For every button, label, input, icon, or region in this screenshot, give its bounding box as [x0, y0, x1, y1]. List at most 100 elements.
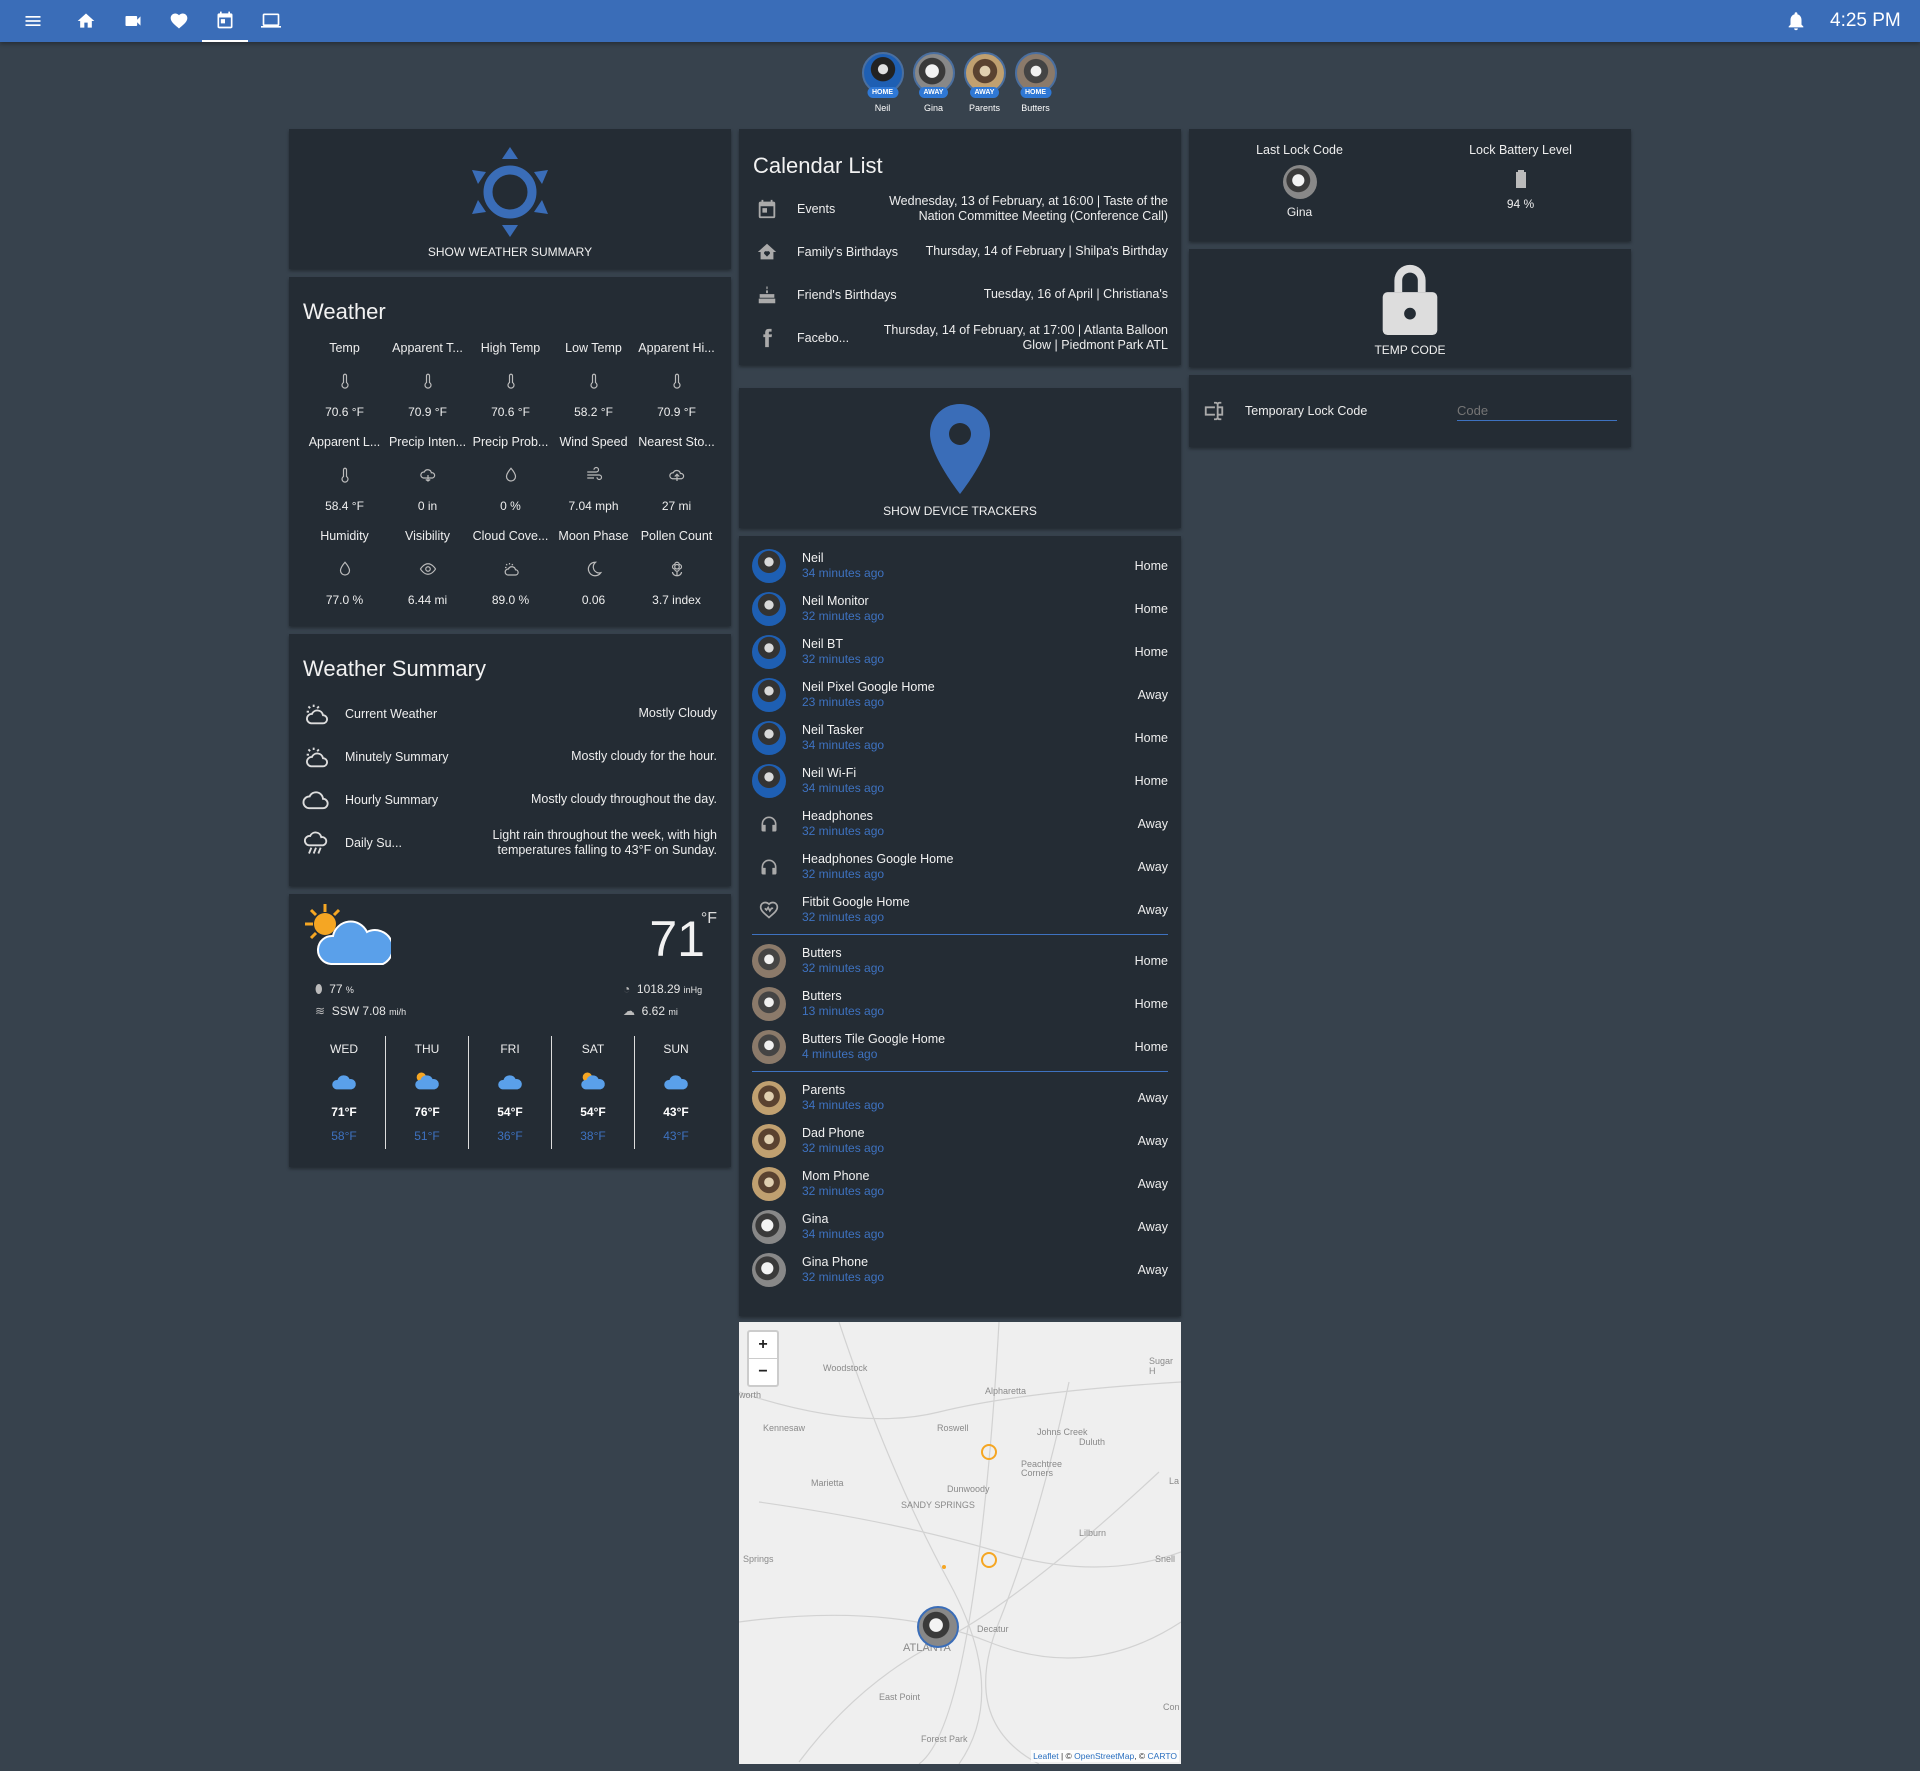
- card-title: Weather: [303, 299, 386, 324]
- person-badge-neil[interactable]: HOME Neil: [860, 52, 905, 113]
- map-marker-gina[interactable]: [917, 1606, 959, 1648]
- tracker-row[interactable]: Neil Monitor 32 minutes ago Home: [739, 587, 1181, 630]
- tracker-last-changed: 34 minutes ago: [802, 781, 885, 795]
- lock-battery-value: 94 %: [1506, 197, 1535, 211]
- facebook-icon: [749, 327, 785, 349]
- weather-attribute[interactable]: Pollen Count 3.7 index: [635, 521, 718, 615]
- weather-glance: Temp 70.6 °F Apparent T... 70.9 °F High Temp…: [303, 333, 731, 615]
- tracker-row[interactable]: Headphones Google Home 32 minutes ago Away: [739, 845, 1181, 888]
- calendar-icon: [749, 198, 785, 220]
- fog-icon: ☁: [623, 1004, 635, 1018]
- tracker-name: Neil BT: [802, 637, 843, 651]
- weather-summary-row[interactable]: Daily Su... Light rain throughout the wee…: [295, 821, 717, 864]
- tracker-row[interactable]: Butters 32 minutes ago Home: [739, 939, 1181, 982]
- lock-battery-level[interactable]: Lock Battery Level 94 %: [1410, 129, 1631, 219]
- map[interactable]: Woodstock Sugar H Alpharetta worth Kenne…: [739, 1322, 1181, 1764]
- calendar-row[interactable]: Facebo... Thursday, 14 of February, at 17…: [749, 316, 1168, 359]
- weather-forecast-card[interactable]: 71 °F ⬮ 77 % ≋ SSW 7.08 mi/h ◔ 1018.29 i…: [289, 894, 731, 1167]
- person-name: Neil: [874, 103, 891, 113]
- tracker-row[interactable]: Neil Tasker 34 minutes ago Home: [739, 716, 1181, 759]
- person-badge-parents[interactable]: AWAY Parents: [962, 52, 1007, 113]
- monitor-icon[interactable]: [248, 0, 294, 42]
- map-marker-butters[interactable]: [979, 1442, 999, 1462]
- heart-pulse-icon[interactable]: [156, 0, 202, 42]
- tracker-row[interactable]: Gina Phone 32 minutes ago Away: [739, 1248, 1181, 1291]
- row-value: Mostly cloudy throughout the day.: [531, 792, 717, 806]
- home-icon[interactable]: [63, 0, 109, 42]
- tracker-row[interactable]: Dad Phone 32 minutes ago Away: [739, 1119, 1181, 1162]
- tracker-row[interactable]: Parents 34 minutes ago Away: [739, 1076, 1181, 1119]
- weather-attribute[interactable]: Precip Inten... 0 in: [386, 427, 469, 521]
- attribute-name: Precip Prob...: [472, 435, 549, 449]
- lock-status-card: Last Lock Code Gina Lock Battery Level 9…: [1189, 129, 1631, 241]
- tracker-row[interactable]: Butters Tile Google Home 4 minutes ago Hom…: [739, 1025, 1181, 1068]
- map-marker-parents[interactable]: [979, 1550, 999, 1570]
- weather-attribute[interactable]: High Temp 70.6 °F: [469, 333, 552, 427]
- show-weather-summary-button[interactable]: SHOW WEATHER SUMMARY: [289, 129, 731, 269]
- attribute-value: 58.2 °F: [574, 405, 613, 419]
- zoom-in-button[interactable]: +: [749, 1332, 777, 1359]
- tracker-row[interactable]: Gina 34 minutes ago Away: [739, 1205, 1181, 1248]
- leaflet-link[interactable]: Leaflet: [1033, 1751, 1059, 1761]
- zoom-out-button[interactable]: −: [749, 1359, 777, 1385]
- tracker-row[interactable]: Butters 13 minutes ago Home: [739, 982, 1181, 1025]
- last-lock-code[interactable]: Last Lock Code Gina: [1189, 129, 1410, 219]
- weather-attribute[interactable]: Cloud Cove... 89.0 %: [469, 521, 552, 615]
- weather-attribute[interactable]: Low Temp 58.2 °F: [552, 333, 635, 427]
- weather-attribute[interactable]: Precip Prob... 0 %: [469, 427, 552, 521]
- person-badge-butters[interactable]: HOME Butters: [1013, 52, 1058, 113]
- weather-attribute[interactable]: Humidity 77.0 %: [303, 521, 386, 615]
- map-label: Roswell: [937, 1423, 969, 1433]
- tracker-row[interactable]: Neil 34 minutes ago Home: [739, 544, 1181, 587]
- tracker-name: Dad Phone: [802, 1126, 865, 1140]
- calendar-row[interactable]: Friend's Birthdays Tuesday, 16 of April |…: [749, 273, 1168, 316]
- tracker-row[interactable]: Neil BT 32 minutes ago Home: [739, 630, 1181, 673]
- tracker-row[interactable]: Headphones 32 minutes ago Away: [739, 802, 1181, 845]
- weather-attribute[interactable]: Moon Phase 0.06: [552, 521, 635, 615]
- weather-attribute[interactable]: Nearest Sto... 27 mi: [635, 427, 718, 521]
- show-device-trackers-button[interactable]: SHOW DEVICE TRACKERS: [739, 388, 1181, 528]
- attribute-name: Apparent L...: [308, 435, 381, 449]
- tracker-row[interactable]: Neil Wi-Fi 34 minutes ago Home: [739, 759, 1181, 802]
- weather-attribute[interactable]: Temp 70.6 °F: [303, 333, 386, 427]
- thermometer-icon: [469, 365, 552, 397]
- map-label: Woodstock: [823, 1363, 868, 1373]
- tracker-row[interactable]: Mom Phone 32 minutes ago Away: [739, 1162, 1181, 1205]
- map-label: Dunwoody: [947, 1484, 990, 1494]
- attribute-name: Humidity: [320, 529, 369, 543]
- home-heart-icon: [749, 241, 785, 263]
- tracker-last-changed: 32 minutes ago: [802, 1270, 885, 1284]
- status-badge: AWAY: [969, 87, 1000, 98]
- forecast-high: 54°F: [580, 1105, 606, 1119]
- tracker-state: Away: [1137, 859, 1168, 874]
- weather-summary-row[interactable]: Hourly Summary Mostly cloudy throughout t…: [295, 778, 717, 821]
- calendar-row[interactable]: Family's Birthdays Thursday, 14 of Februa…: [749, 230, 1168, 273]
- weather-attribute[interactable]: Wind Speed 7.04 mph: [552, 427, 635, 521]
- status-badge: HOME: [867, 87, 898, 98]
- weather-attribute[interactable]: Apparent T... 70.9 °F: [386, 333, 469, 427]
- temporary-lock-code-input[interactable]: [1457, 401, 1617, 421]
- weather-summary-row[interactable]: Current Weather Mostly Cloudy: [295, 692, 717, 735]
- osm-link[interactable]: OpenStreetMap: [1074, 1751, 1134, 1761]
- visibility: ☁ 6.62 mi: [623, 1004, 678, 1018]
- tracker-row[interactable]: Neil Pixel Google Home 23 minutes ago Away: [739, 673, 1181, 716]
- weather-attribute[interactable]: Visibility 6.44 mi: [386, 521, 469, 615]
- weather-attribute[interactable]: Apparent L... 58.4 °F: [303, 427, 386, 521]
- menu-icon[interactable]: [10, 0, 56, 42]
- weather-attribute[interactable]: Apparent Hi... 70.9 °F: [635, 333, 718, 427]
- status-badge: AWAY: [918, 87, 949, 98]
- bell-icon[interactable]: [1785, 10, 1807, 32]
- temp-code-button[interactable]: TEMP CODE: [1189, 249, 1631, 367]
- calendar-icon[interactable]: [202, 0, 248, 42]
- tracker-last-changed: 32 minutes ago: [802, 1184, 885, 1198]
- calendar-row[interactable]: Events Wednesday, 13 of February, at 16:0…: [749, 187, 1168, 230]
- tracker-name: Parents: [802, 1083, 846, 1097]
- map-marker-neil[interactable]: [939, 1562, 949, 1572]
- weather-summary-row[interactable]: Minutely Summary Mostly cloudy for the ho…: [295, 735, 717, 778]
- camera-icon[interactable]: [110, 0, 156, 42]
- tracker-state: Away: [1137, 687, 1168, 702]
- tracker-name: Gina: [802, 1212, 829, 1226]
- carto-link[interactable]: CARTO: [1148, 1751, 1177, 1761]
- person-badge-gina[interactable]: AWAY Gina: [911, 52, 956, 113]
- tracker-row[interactable]: Fitbit Google Home 32 minutes ago Away: [739, 888, 1181, 931]
